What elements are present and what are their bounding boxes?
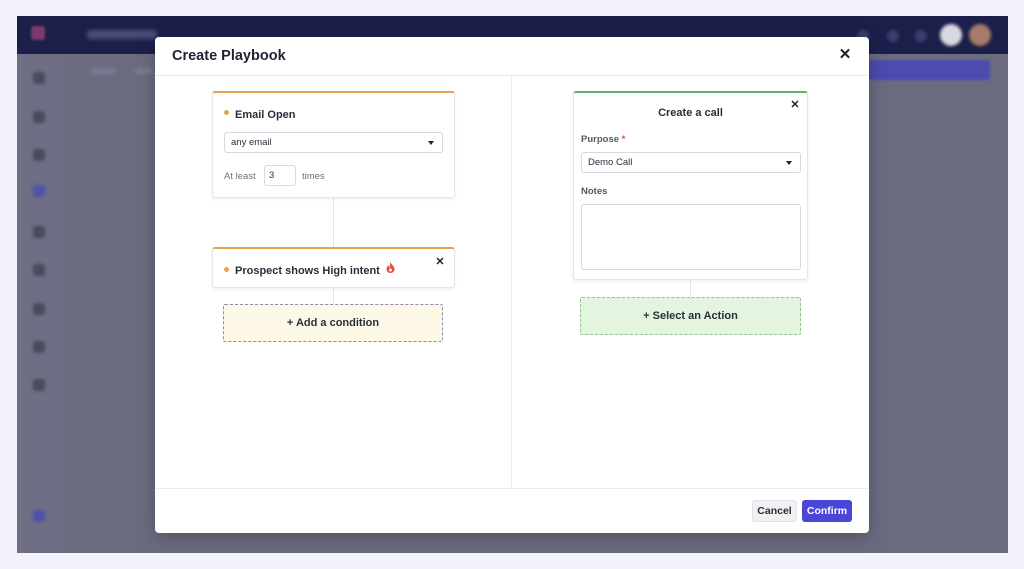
action-card-create-call: Create a call ✕ Purpose * Demo Call Note… <box>573 91 808 280</box>
modal-footer: Cancel Confirm <box>155 488 869 533</box>
user-avatar <box>969 24 991 46</box>
flame-icon <box>386 260 395 278</box>
create-playbook-modal: Create Playbook ✕ Email Open any email A… <box>155 37 869 533</box>
extension-icon <box>33 510 45 522</box>
action-title: Create a call <box>658 107 723 119</box>
times-label: times <box>302 171 325 182</box>
modal-body: Email Open any email At least 3 times AN… <box>155 76 869 488</box>
app-logo <box>31 26 45 40</box>
phone-icon <box>33 303 45 315</box>
notes-label: Notes <box>581 186 608 197</box>
connector-line <box>690 280 691 297</box>
settings-icon <box>33 379 45 391</box>
required-marker: * <box>621 134 626 145</box>
email-type-select[interactable]: any email <box>224 132 443 153</box>
connector-line <box>333 288 334 304</box>
caret-down-icon <box>786 161 792 165</box>
mail-icon <box>915 30 927 42</box>
at-least-label: At least <box>224 171 256 182</box>
app-primary-action <box>850 60 990 80</box>
column-divider <box>511 76 512 488</box>
modal-header: Create Playbook ✕ <box>155 37 869 76</box>
condition-card-email-open: Email Open any email At least 3 times <box>212 91 455 198</box>
status-dot <box>224 266 229 272</box>
home-icon <box>33 72 45 84</box>
breadcrumb-placeholder <box>135 68 153 74</box>
inbox-icon <box>33 111 45 123</box>
confirm-button[interactable]: Confirm <box>802 500 852 522</box>
purpose-label: Purpose * <box>581 134 626 145</box>
condition-title: Prospect shows High intent <box>235 265 380 278</box>
count-input[interactable]: 3 <box>264 165 296 186</box>
contacts-icon <box>33 149 45 161</box>
playbooks-icon <box>33 185 45 197</box>
messages-icon <box>33 264 45 276</box>
modal-title: Create Playbook <box>172 48 286 64</box>
app-sidebar <box>17 54 63 553</box>
condition-card-high-intent: Prospect shows High intent ✕ <box>212 247 455 288</box>
status-avatar <box>940 24 962 46</box>
purpose-select[interactable]: Demo Call <box>581 152 801 173</box>
condition-title: Email Open <box>235 109 296 121</box>
tasks-icon <box>33 226 45 238</box>
app-title-placeholder <box>87 30 157 39</box>
help-icon <box>887 30 899 42</box>
remove-action-icon[interactable]: ✕ <box>789 99 801 111</box>
email-type-value: any email <box>231 137 272 148</box>
remove-condition-icon[interactable]: ✕ <box>434 256 446 268</box>
add-condition-button[interactable]: + Add a condition <box>223 304 443 342</box>
caret-down-icon <box>428 141 434 145</box>
connector-line <box>333 198 334 250</box>
select-action-button[interactable]: + Select an Action <box>580 297 801 335</box>
notes-textarea[interactable] <box>581 204 801 270</box>
breadcrumb-placeholder <box>90 68 116 74</box>
close-icon[interactable]: ✕ <box>837 47 853 63</box>
cancel-button[interactable]: Cancel <box>752 500 797 522</box>
reports-icon <box>33 341 45 353</box>
purpose-value: Demo Call <box>588 157 633 168</box>
status-dot <box>224 110 229 116</box>
